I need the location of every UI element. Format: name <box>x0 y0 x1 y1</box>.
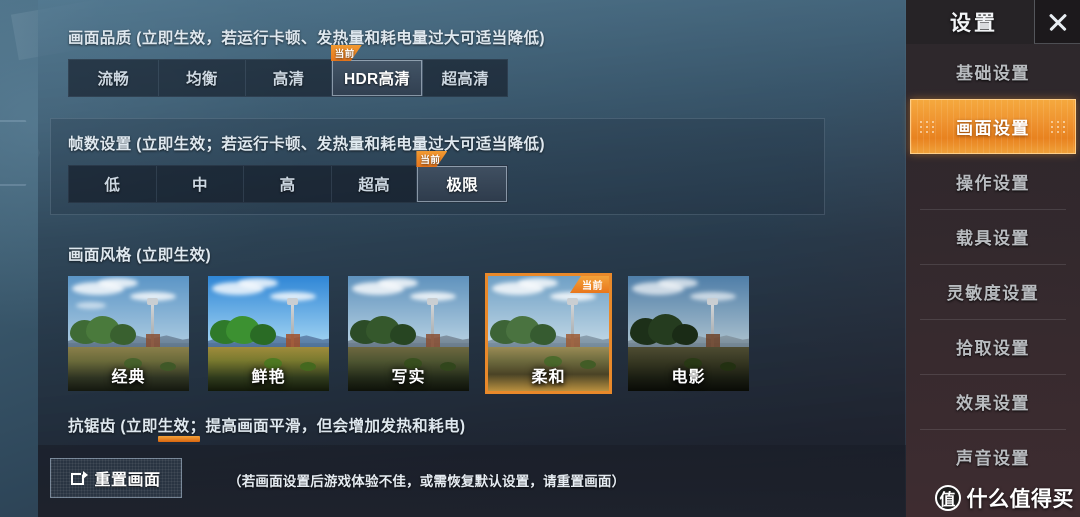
tree <box>250 324 276 345</box>
style-thumb-label: 电影 <box>671 369 706 386</box>
reset-graphics-hint: （若画面设置后游戏体验不佳，或需恢复默认设置，请重置画面） <box>228 474 626 489</box>
framerate-option-label: 中 <box>191 177 208 194</box>
tree <box>530 324 556 345</box>
framerate-option-label: 高 <box>279 177 296 194</box>
quality-option-label: 超高清 <box>441 71 489 88</box>
sidebar-item-sound-settings[interactable]: 声音设置 <box>906 429 1080 484</box>
tower-top <box>287 298 298 305</box>
quality-option-hdr-hd[interactable]: 当前 HDR高清 <box>332 60 424 96</box>
tower-top <box>707 298 718 305</box>
watermark: 值 什么值得买 <box>934 483 1075 513</box>
sidebar-item-pickup-settings[interactable]: 拾取设置 <box>906 319 1080 374</box>
graphics-quality-options: 流畅 均衡 高清 当前 HDR高清 超高清 <box>68 59 545 97</box>
tree <box>390 324 416 345</box>
cloud <box>98 278 138 288</box>
style-thumb-label: 经典 <box>111 369 146 386</box>
refresh-icon <box>71 470 89 486</box>
sidebar-item-sensitivity-settings[interactable]: 灵敏度设置 <box>906 264 1080 319</box>
framerate-option-label: 低 <box>104 177 121 194</box>
quality-option-label: 高清 <box>272 71 305 88</box>
style-thumb-label: 写实 <box>391 369 426 386</box>
cloud <box>518 278 558 288</box>
hexagon-decoration-icon <box>0 120 40 186</box>
quality-option-label: 流畅 <box>97 71 130 88</box>
style-thumb-label: 柔和 <box>531 369 566 386</box>
antialias-title: 抗锯齿 (立即生效；提高画面平滑，但会增加发热和耗电) <box>68 418 466 435</box>
quality-option-smooth[interactable]: 流畅 <box>69 60 159 96</box>
cloud <box>238 278 278 288</box>
current-badge: 当前 <box>416 151 447 167</box>
cloud <box>658 278 698 288</box>
framerate-title: 帧数设置 (立即生效；若运行卡顿、发热量和耗电量过大可适当降低) <box>68 136 545 153</box>
sidebar-header: 设置 <box>906 0 1080 44</box>
picture-style-title: 画面风格 (立即生效) <box>68 247 212 264</box>
current-badge: 当前 <box>331 45 362 61</box>
style-thumb-realistic[interactable]: 写实 <box>348 276 469 391</box>
framerate-option-label: 超高 <box>358 177 390 194</box>
framerate-option-extreme[interactable]: 当前 极限 <box>417 166 507 202</box>
framerate-option-low[interactable]: 低 <box>69 166 157 202</box>
tower-base <box>286 334 300 347</box>
settings-content-panel: 画面品质 (立即生效，若运行卡顿、发热量和耗电量过大可适当降低) 流畅 均衡 高… <box>38 0 906 517</box>
quality-option-balanced[interactable]: 均衡 <box>159 60 247 96</box>
tower-base <box>706 334 720 347</box>
sidebar-item-basic-settings[interactable]: 基础设置 <box>906 44 1080 99</box>
style-thumb-label: 鲜艳 <box>251 369 286 386</box>
section-framerate: 帧数设置 (立即生效；若运行卡顿、发热量和耗电量过大可适当降低) 低 中 高 超… <box>68 132 545 203</box>
style-thumb-cinematic[interactable]: 电影 <box>628 276 749 391</box>
cloud <box>76 302 106 309</box>
style-thumb-vivid[interactable]: 鲜艳 <box>208 276 329 391</box>
tree <box>672 324 698 345</box>
sidebar-item-label: 载具设置 <box>956 229 1030 248</box>
framerate-option-high[interactable]: 高 <box>244 166 332 202</box>
sidebar-item-vehicle-settings[interactable]: 载具设置 <box>906 209 1080 264</box>
sidebar-item-effects-settings[interactable]: 效果设置 <box>906 374 1080 429</box>
sidebar-item-graphics-settings[interactable]: 画面设置 <box>910 99 1076 154</box>
sidebar-item-label: 画面设置 <box>956 119 1030 138</box>
watermark-text: 什么值得买 <box>966 488 1074 511</box>
dots-decoration-left <box>920 120 935 133</box>
graphics-quality-title: 画面品质 (立即生效，若运行卡顿、发热量和耗电量过大可适当降低) <box>68 30 545 47</box>
tower-base <box>426 334 440 347</box>
dots-decoration-right <box>1051 120 1066 133</box>
section-graphics-quality: 画面品质 (立即生效，若运行卡顿、发热量和耗电量过大可适当降低) 流畅 均衡 高… <box>68 26 545 97</box>
reset-graphics-label: 重置画面 <box>94 472 161 489</box>
close-icon <box>1047 11 1069 33</box>
section-antialias: 抗锯齿 (立即生效；提高画面平滑，但会增加发热和耗电) <box>68 414 465 436</box>
tower-top <box>427 298 438 305</box>
sidebar-item-label: 效果设置 <box>956 394 1030 413</box>
quality-option-label: 均衡 <box>186 71 218 88</box>
tree <box>110 324 136 345</box>
sidebar-nav: 基础设置 画面设置 操作设置 载具设置 灵敏度设置 拾取设置 效果设置 声音设置 <box>906 44 1080 484</box>
sidebar-item-label: 拾取设置 <box>956 339 1030 358</box>
framerate-option-label: 极限 <box>446 177 478 194</box>
watermark-logo-icon: 值 <box>934 485 961 511</box>
tower-base <box>566 334 580 347</box>
sidebar-item-label: 基础设置 <box>956 64 1030 83</box>
sidebar-item-label: 操作设置 <box>956 174 1030 193</box>
framerate-options: 低 中 高 超高 当前 极限 <box>68 165 545 203</box>
quality-option-label: HDR高清 <box>344 71 411 88</box>
style-thumb-soft[interactable]: 当前 柔和 <box>485 273 612 394</box>
sidebar-title: 设置 <box>950 12 998 35</box>
reset-graphics-button[interactable]: 重置画面 <box>50 458 182 498</box>
antialias-toggle-slider[interactable] <box>158 436 200 442</box>
picture-style-thumbnails: 经典 鲜艳 写实 当前 柔和 电影 <box>68 273 749 394</box>
section-picture-style: 画面风格 (立即生效) <box>68 243 211 265</box>
tower-base <box>146 334 160 347</box>
close-button[interactable] <box>1034 0 1080 44</box>
framerate-option-ultra[interactable]: 超高 <box>332 166 418 202</box>
framerate-option-medium[interactable]: 中 <box>157 166 245 202</box>
tower-top <box>567 298 578 305</box>
cloud <box>378 278 418 288</box>
tower-top <box>147 298 158 305</box>
sidebar-item-label: 灵敏度设置 <box>946 284 1040 303</box>
quality-option-hd[interactable]: 高清 <box>246 60 332 96</box>
settings-sidebar: 设置 基础设置 画面设置 操作设置 载具设置 灵敏度设置 拾取设置 效果设置 声… <box>906 0 1080 517</box>
quality-option-ultra-hd[interactable]: 超高清 <box>423 60 507 96</box>
style-thumb-classic[interactable]: 经典 <box>68 276 189 391</box>
sidebar-item-control-settings[interactable]: 操作设置 <box>906 154 1080 209</box>
sidebar-item-label: 声音设置 <box>956 449 1030 468</box>
